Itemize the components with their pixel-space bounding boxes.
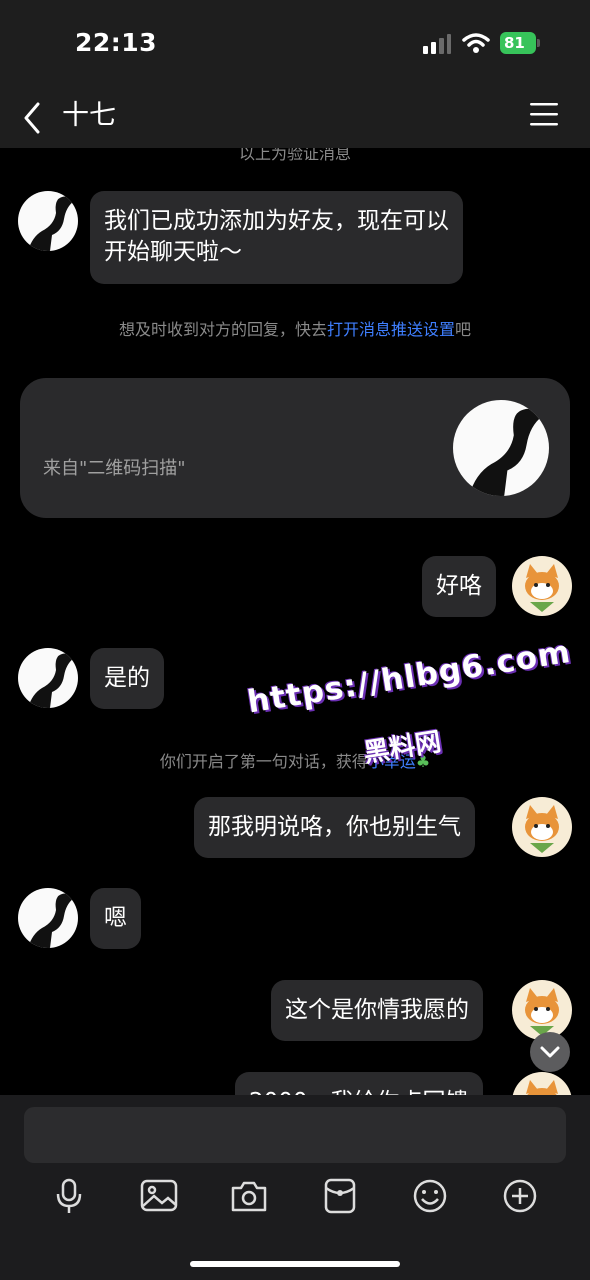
contact-avatar[interactable]: [18, 888, 78, 948]
message-text-line: 我们已成功添加为好友，现在可以: [104, 208, 449, 234]
silhouette-icon: [28, 893, 74, 948]
contact-avatar[interactable]: [18, 191, 78, 251]
chat-header: 十七: [0, 88, 590, 148]
contact-avatar[interactable]: [18, 648, 78, 708]
menu-icon[interactable]: [528, 100, 560, 128]
microphone-icon[interactable]: [50, 1178, 88, 1214]
red-packet-icon[interactable]: [321, 1178, 359, 1214]
silhouette-icon: [28, 653, 74, 708]
my-avatar[interactable]: [512, 797, 572, 857]
first-chat-notice: 你们开启了第一句对话，获得小幸运♣: [159, 752, 431, 771]
message-bubble[interactable]: 2000，我给你点回馈: [235, 1072, 483, 1095]
silhouette-icon: [469, 408, 543, 496]
scroll-to-bottom-button[interactable]: [530, 1032, 570, 1072]
back-icon[interactable]: [18, 96, 48, 140]
my-avatar[interactable]: [512, 980, 572, 1040]
home-indicator[interactable]: [190, 1261, 400, 1267]
chevron-down-icon: [540, 1046, 560, 1058]
message-list[interactable]: 以上为验证消息 我们已成功添加为好友，现在可以 开始聊天啦～ 想及时收到对方的回…: [0, 148, 590, 1095]
silhouette-icon: [28, 196, 74, 251]
shiba-icon: [525, 564, 559, 612]
status-time: 22:13: [75, 28, 158, 57]
camera-icon[interactable]: [230, 1178, 268, 1214]
verification-notice: 以上为验证消息: [238, 148, 351, 163]
message-bubble[interactable]: 我们已成功添加为好友，现在可以 开始聊天啦～: [90, 191, 463, 284]
shiba-icon: [525, 805, 559, 853]
input-bar: [0, 1095, 590, 1280]
wifi-icon: [462, 33, 490, 53]
status-bar: 22:13 81: [0, 0, 590, 88]
my-avatar[interactable]: [512, 1072, 572, 1095]
my-avatar[interactable]: [512, 556, 572, 616]
image-icon[interactable]: [140, 1178, 178, 1214]
chat-title: 十七: [62, 100, 116, 131]
source-card[interactable]: 来自"二维码扫描": [20, 378, 570, 518]
message-bubble[interactable]: 那我明说咯，你也别生气: [194, 797, 475, 858]
signal-icon: [423, 34, 451, 54]
message-bubble[interactable]: 嗯: [90, 888, 141, 949]
message-bubble[interactable]: 这个是你情我愿的: [271, 980, 483, 1041]
push-settings-link[interactable]: 打开消息推送设置: [327, 320, 455, 339]
emoji-icon[interactable]: [411, 1178, 449, 1214]
message-text-line: 开始聊天啦～: [104, 239, 242, 265]
plus-icon[interactable]: [501, 1178, 539, 1214]
card-avatar: [453, 400, 549, 496]
message-bubble[interactable]: 好咯: [422, 556, 496, 617]
clover-icon: ♣: [415, 752, 431, 771]
message-input[interactable]: [24, 1107, 566, 1163]
push-notice: 想及时收到对方的回复，快去打开消息推送设置吧: [118, 320, 472, 339]
battery-icon: 81: [500, 32, 540, 54]
battery-level: 81: [500, 32, 536, 54]
shiba-icon: [526, 1080, 558, 1095]
shiba-icon: [525, 988, 559, 1036]
source-card-text: 来自"二维码扫描": [43, 458, 186, 479]
message-bubble[interactable]: 是的: [90, 648, 164, 709]
lucky-link[interactable]: 小幸运: [368, 752, 416, 771]
